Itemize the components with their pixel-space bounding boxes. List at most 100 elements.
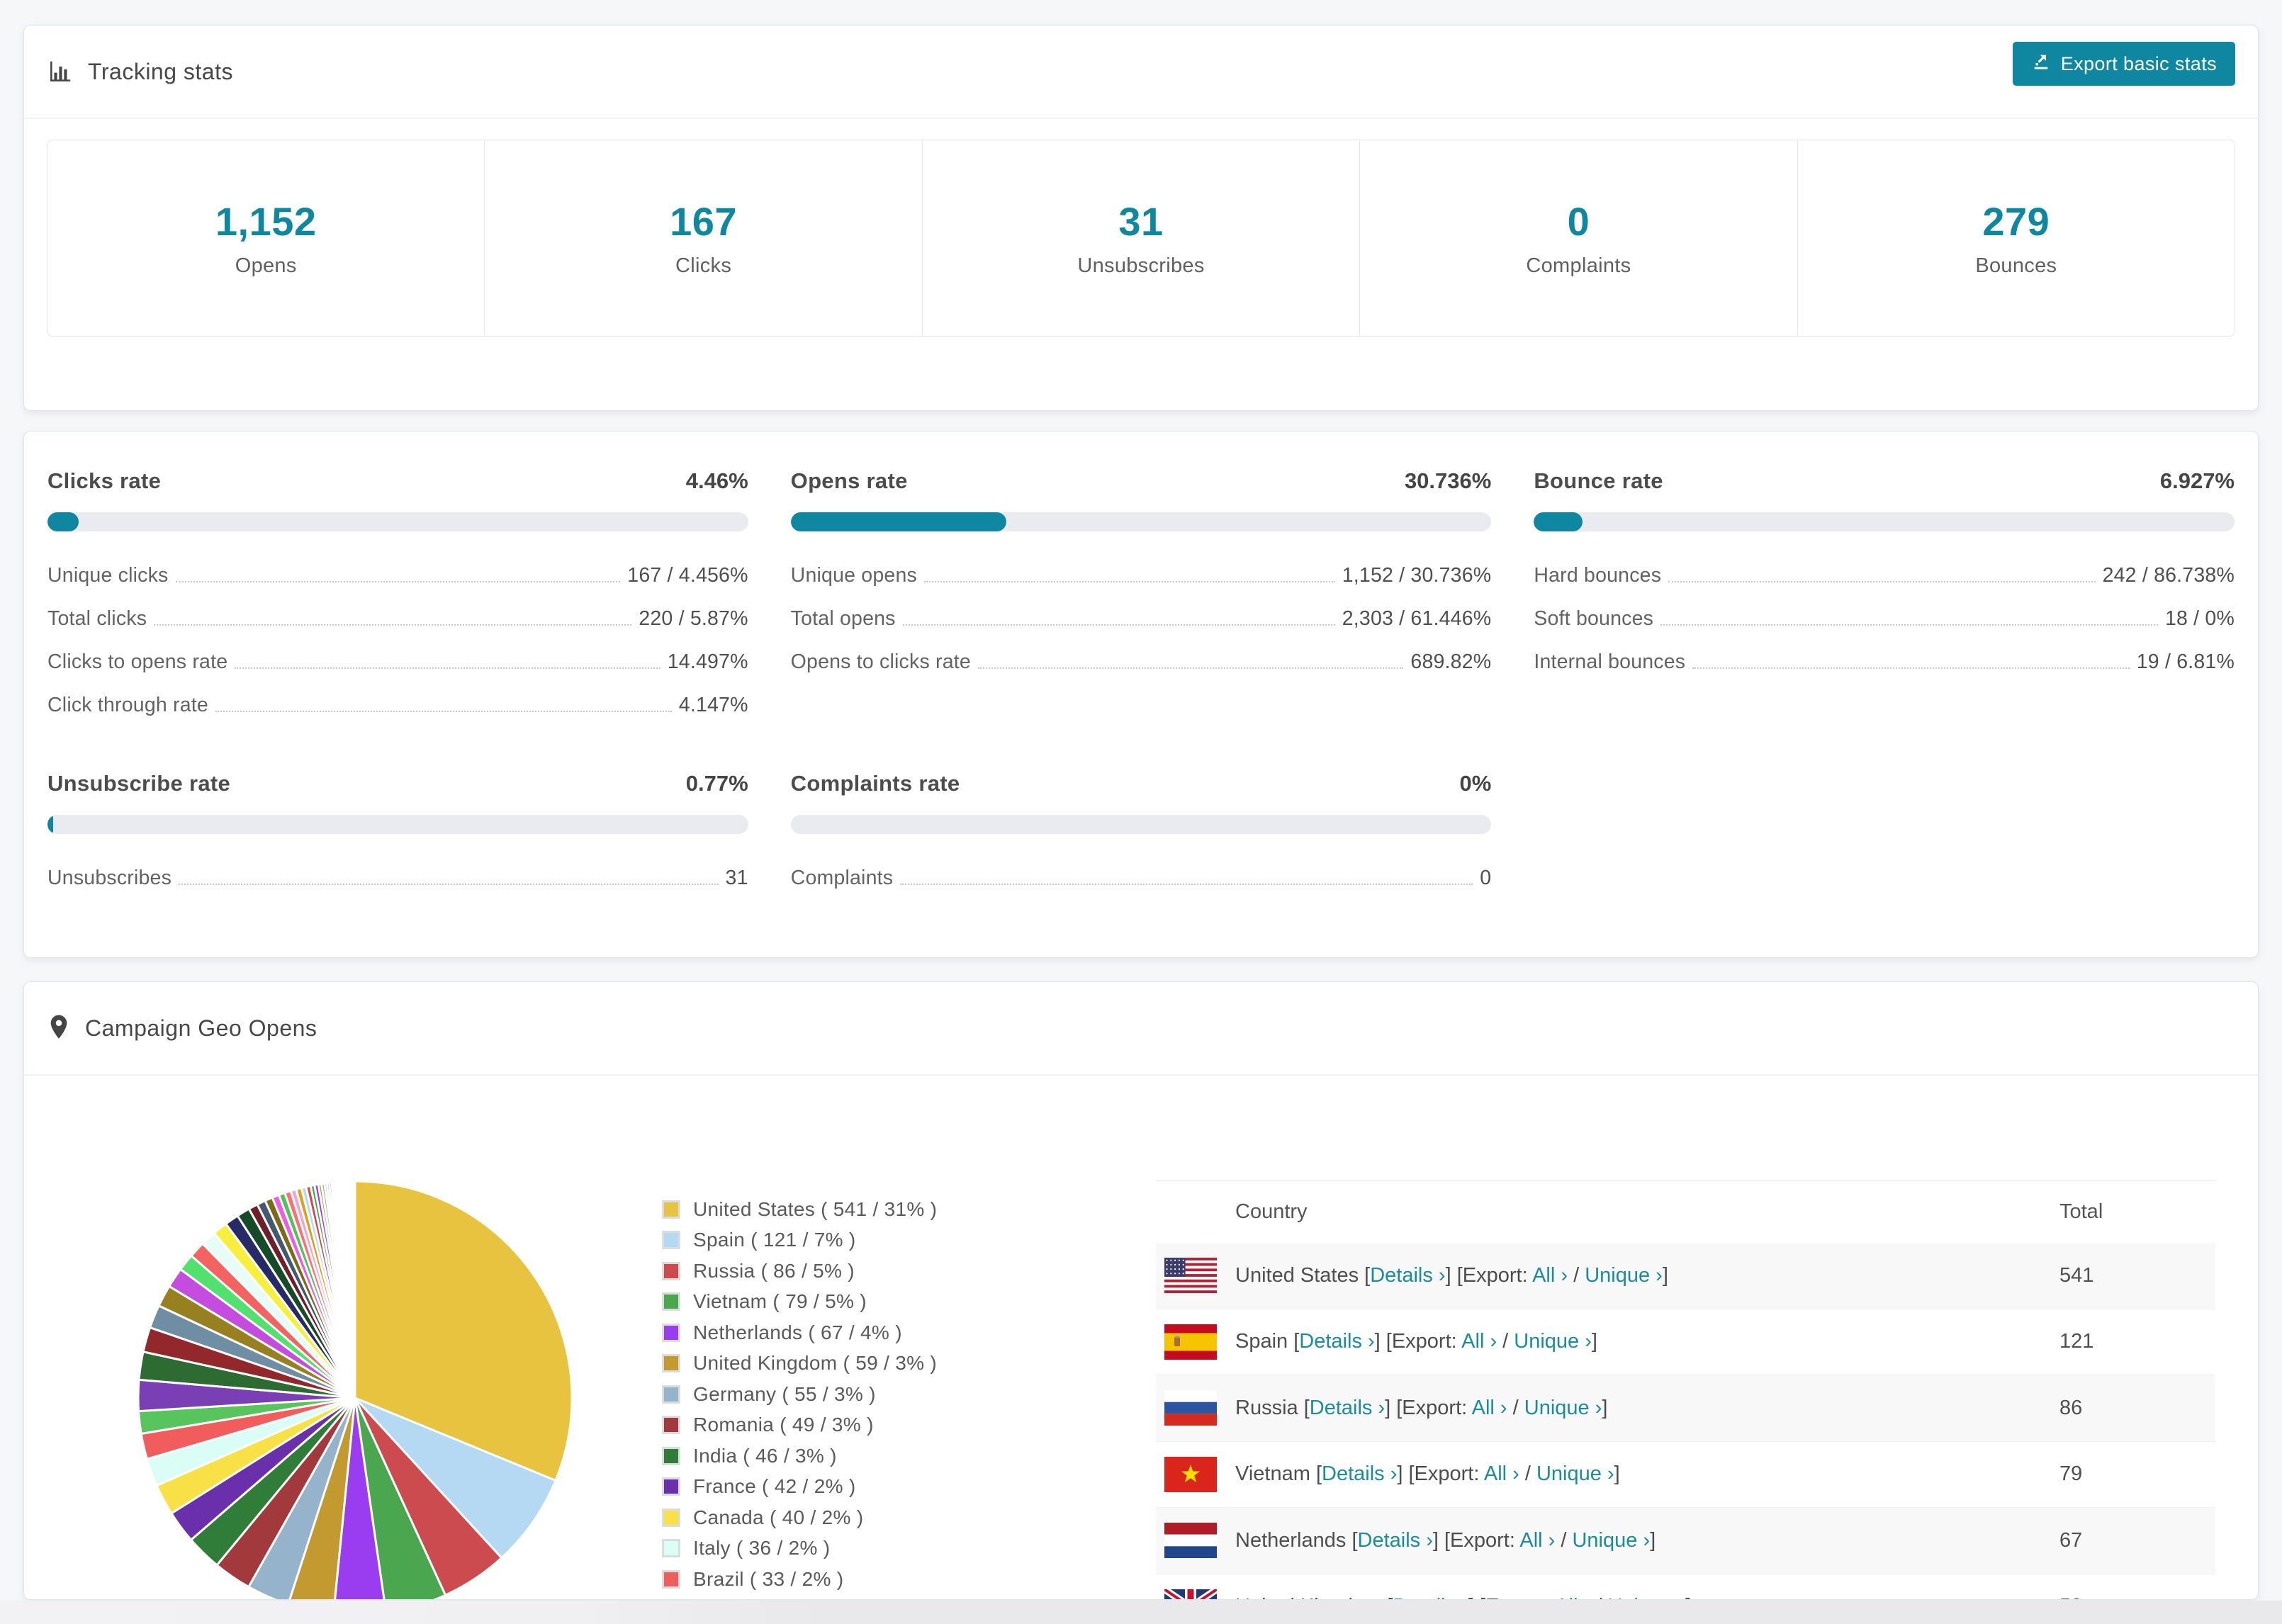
- country-name: Netherlands: [1235, 1529, 1346, 1552]
- export-label: ] [Export:: [1375, 1330, 1462, 1353]
- slash-separator: /: [1519, 1462, 1536, 1485]
- rate-detail-row: Unique clicks167 / 4.456%: [47, 554, 748, 597]
- rate-value: 6.927%: [2160, 468, 2235, 494]
- rate-detail-row: Internal bounces19 / 6.81%: [1534, 641, 2235, 684]
- dotted-leader: [978, 667, 1403, 669]
- export-icon: [2031, 52, 2051, 77]
- legend-item-india: India ( 46 / 3% ): [662, 1440, 937, 1472]
- dotted-leader: [903, 624, 1335, 626]
- rate-detail-row: Hard bounces242 / 86.738%: [1534, 554, 2235, 597]
- country-links: United Kingdom [Details ›] [Export: All …: [1235, 1595, 1691, 1600]
- export-all-link[interactable]: All ›: [1555, 1595, 1590, 1600]
- export-all-link[interactable]: All ›: [1472, 1397, 1507, 1419]
- rate-panel-bounce-rate: Bounce rate 6.927% Hard bounces242 / 86.73…: [1534, 468, 2235, 727]
- country-links: Russia [Details ›] [Export: All › / Uniq…: [1235, 1397, 1607, 1420]
- column-header-country: Country: [1235, 1200, 1308, 1224]
- flag-us-icon: [1164, 1258, 1217, 1293]
- flag-vn-icon: [1164, 1457, 1217, 1492]
- dotted-leader: [176, 581, 621, 582]
- rate-title: Clicks rate: [47, 468, 161, 494]
- rate-detail-value: 19 / 6.81%: [2137, 650, 2235, 674]
- rates-card: Clicks rate4.46%Unique clicks167 / 4.456…: [23, 431, 2259, 958]
- export-unique-link[interactable]: Unique ›: [1514, 1330, 1592, 1353]
- bracket-close: ]: [1614, 1462, 1620, 1485]
- export-basic-stats-button[interactable]: Export basic stats: [2013, 42, 2235, 86]
- legend-label: United Kingdom ( 59 / 3% ): [693, 1352, 937, 1375]
- legend-label: United States ( 541 / 31% ): [693, 1198, 937, 1221]
- legend-item-romania: Romania ( 49 / 3% ): [662, 1410, 937, 1441]
- legend-item-france: France ( 42 / 2% ): [662, 1472, 937, 1503]
- export-unique-link[interactable]: Unique ›: [1536, 1462, 1614, 1485]
- country-name: United Kingdom: [1235, 1595, 1381, 1600]
- table-row-es: Spain [Details ›] [Export: All › / Uniqu…: [1156, 1309, 2215, 1376]
- rate-detail-label: Complaints: [791, 867, 894, 890]
- rate-title: Bounce rate: [1534, 468, 1663, 494]
- rate-detail-value: 242 / 86.738%: [2103, 564, 2235, 587]
- rate-detail-row: Complaints0: [791, 857, 1492, 900]
- stat-label: Complaints: [1526, 254, 1631, 278]
- rate-detail-value: 2,303 / 61.446%: [1342, 607, 1492, 631]
- geo-table: Country Total United States [Details ›] [E…: [1156, 1180, 2215, 1600]
- country-links: Netherlands [Details ›] [Export: All › /…: [1235, 1529, 1656, 1552]
- bracket-open: [: [1304, 1397, 1310, 1419]
- rate-title: Opens rate: [791, 468, 908, 494]
- legend-color-swatch: [662, 1262, 680, 1280]
- export-label: ] [Export:: [1446, 1264, 1533, 1287]
- rate-detail-row: Unsubscribes31: [47, 857, 748, 900]
- flag-nl-icon: [1164, 1523, 1217, 1558]
- legend-color-swatch: [662, 1292, 680, 1311]
- details-link[interactable]: Details ›: [1322, 1462, 1397, 1485]
- geo-table-header-country: Country: [1156, 1200, 2059, 1224]
- rate-title: Complaints rate: [791, 771, 960, 796]
- export-all-link[interactable]: All ›: [1461, 1330, 1497, 1353]
- rate-detail-label: Total opens: [791, 607, 896, 631]
- rate-detail-label: Unsubscribes: [47, 867, 172, 890]
- export-all-link[interactable]: All ›: [1484, 1462, 1519, 1485]
- country-cell: Spain [Details ›] [Export: All › / Uniqu…: [1156, 1324, 2059, 1360]
- rate-value: 0%: [1460, 771, 1492, 796]
- rate-detail-label: Total clicks: [47, 607, 147, 631]
- stats-summary: 1,152Opens167Clicks31Unsubscribes0Compla…: [47, 140, 2235, 337]
- legend-item-netherlands: Netherlands ( 67 / 4% ): [662, 1317, 937, 1348]
- geo-pie-chart[interactable]: [135, 1178, 575, 1600]
- column-header-total: Total: [2059, 1200, 2103, 1223]
- country-cell: Russia [Details ›] [Export: All › / Uniq…: [1156, 1390, 2059, 1426]
- rate-panel-complaints-rate: Complaints rate 0% Complaints0: [791, 771, 1492, 900]
- details-link[interactable]: Details ›: [1299, 1330, 1374, 1353]
- legend-item-spain: Spain ( 121 / 7% ): [662, 1225, 937, 1256]
- total-value: 121: [2059, 1330, 2093, 1353]
- dotted-leader: [900, 884, 1473, 885]
- details-link[interactable]: Details ›: [1393, 1595, 1468, 1600]
- export-unique-link[interactable]: Unique ›: [1585, 1264, 1663, 1287]
- rate-detail-row: Soft bounces18 / 0%: [1534, 597, 2235, 641]
- country-cell: Netherlands [Details ›] [Export: All › /…: [1156, 1523, 2059, 1558]
- bracket-open: [: [1351, 1529, 1357, 1552]
- legend-label: Canada ( 40 / 2% ): [693, 1506, 863, 1529]
- country-cell: Vietnam [Details ›] [Export: All › / Uni…: [1156, 1457, 2059, 1492]
- rate-head: Complaints rate 0%: [791, 771, 1492, 796]
- export-all-link[interactable]: All ›: [1519, 1529, 1555, 1552]
- details-link[interactable]: Details ›: [1358, 1529, 1433, 1552]
- legend-color-swatch: [662, 1354, 680, 1372]
- country-name: Vietnam: [1235, 1462, 1310, 1485]
- rate-panel-opens-rate: Opens rate30.736%Unique opens1,152 / 30.…: [791, 468, 1492, 727]
- country-name: Spain: [1235, 1330, 1288, 1353]
- details-link[interactable]: Details ›: [1310, 1397, 1385, 1419]
- rate-panel-clicks-rate: Clicks rate4.46%Unique clicks167 / 4.456…: [47, 468, 748, 727]
- table-row-vn: Vietnam [Details ›] [Export: All › / Uni…: [1156, 1442, 2215, 1509]
- dotted-leader: [1668, 581, 2095, 582]
- export-unique-link[interactable]: Unique ›: [1607, 1595, 1685, 1600]
- details-link[interactable]: Details ›: [1370, 1264, 1445, 1287]
- stat-cell-opens: 1,152Opens: [47, 140, 485, 336]
- legend-item-brazil: Brazil ( 33 / 2% ): [662, 1564, 937, 1595]
- export-unique-link[interactable]: Unique ›: [1524, 1397, 1602, 1419]
- rate-detail-value: 4.147%: [679, 694, 748, 717]
- export-unique-link[interactable]: Unique ›: [1572, 1529, 1650, 1552]
- stat-cell-bounces: 279Bounces: [1798, 140, 2235, 336]
- stat-value: 1,152: [215, 198, 317, 244]
- pie-slice-other[interactable]: [354, 1181, 355, 1398]
- total-cell: 79: [2059, 1462, 2215, 1486]
- legend-color-swatch: [662, 1385, 680, 1404]
- export-all-link[interactable]: All ›: [1532, 1264, 1568, 1287]
- table-row-us: United States [Details ›] [Export: All ›…: [1156, 1243, 2215, 1309]
